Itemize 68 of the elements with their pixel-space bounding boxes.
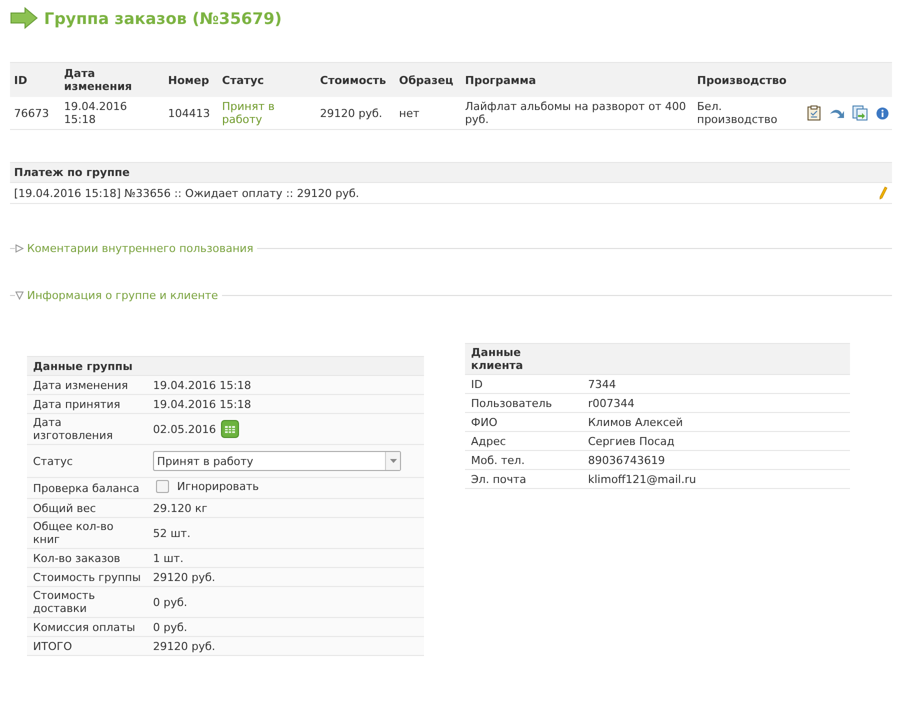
field-label: Стоимость доставки — [33, 589, 95, 615]
field-label: Общее кол-во книг — [33, 520, 114, 546]
column-header: Номер — [168, 74, 210, 86]
field-value: 89036743619 — [588, 454, 665, 466]
column-header: Производство — [697, 74, 787, 86]
field-label: Моб. тел. — [471, 454, 525, 466]
calendar-icon[interactable] — [220, 420, 239, 438]
triangle-down-icon — [15, 291, 24, 300]
field-value: r007344 — [588, 396, 635, 410]
caret-icon — [390, 459, 396, 463]
copy-icon[interactable] — [852, 105, 868, 121]
field-value: Сергиев Посад — [588, 434, 675, 448]
pencil-icon[interactable] — [878, 186, 888, 200]
field-value: 52 шт. — [153, 526, 190, 540]
field-label: ИТОГО — [33, 640, 72, 652]
table-cell: 104413 — [168, 106, 210, 120]
table-cell: нет — [399, 106, 420, 120]
table-cell: Бел. производство — [697, 100, 778, 126]
field-label: Дата изготовления — [33, 416, 113, 442]
field-value: 19.04.2016 15:18 — [153, 398, 252, 410]
column-header: Статус — [222, 74, 264, 86]
status-text: Принят в работу — [222, 100, 275, 126]
table-cell: 19.04.2016 15:18 — [64, 100, 127, 126]
column-header: Стоимость — [320, 74, 386, 86]
field-label: Стоимость группы — [33, 570, 141, 584]
field-value: 29.120 кг — [153, 502, 208, 514]
field-label: Статус — [33, 454, 73, 468]
field-value: klimoff121@mail.ru — [588, 472, 696, 486]
field-label: Дата изменения — [33, 378, 128, 392]
info-icon[interactable] — [876, 106, 888, 120]
table-cell: 76673 — [14, 106, 49, 120]
page-title: Группа заказов (№35679) — [44, 8, 282, 28]
field-value: 1 шт. — [153, 552, 184, 564]
clipboard-icon[interactable] — [807, 105, 821, 121]
field-label: ФИО — [471, 416, 498, 428]
field-value: 7344 — [588, 378, 616, 390]
checkbox-label[interactable]: Игнорировать — [177, 480, 259, 493]
arrow-icon — [10, 7, 38, 29]
field-label: Дата принятия — [33, 398, 120, 410]
table-title: Данные группы — [33, 360, 133, 372]
field-value: 0 руб. — [153, 620, 188, 634]
field-label: ID — [471, 378, 483, 390]
column-header: Программа — [465, 74, 536, 86]
column-header: Дата изменения — [64, 67, 132, 93]
checkbox[interactable] — [156, 480, 169, 493]
field-label: Адрес — [471, 434, 506, 448]
field-value: 0 руб. — [153, 596, 188, 608]
payment-entry: [19.04.2016 15:18] №33656 :: Ожидает оплату :: 29120 руб. — [14, 186, 360, 200]
field-label: Проверка баланса — [33, 482, 140, 494]
column-header: ID — [14, 74, 28, 86]
table-cell: Лайфлат альбомы на разворот от 400 руб. — [465, 100, 686, 126]
field-value: 19.04.2016 15:18 — [153, 378, 252, 392]
field-value: 02.05.2016 — [153, 422, 216, 436]
table-cell: 29120 руб. — [320, 106, 382, 120]
field-label: Общий вес — [33, 502, 96, 514]
field-value: Климов Алексей — [588, 416, 683, 428]
field-label: Эл. почта — [471, 472, 526, 486]
field-label: Пользователь — [471, 396, 552, 410]
field-value: 29120 руб. — [153, 640, 216, 652]
field-label: Комиссия оплаты — [33, 620, 136, 634]
field-value: 29120 руб. — [153, 570, 216, 584]
return-arrow-icon[interactable] — [828, 107, 844, 119]
column-header: Образец — [399, 74, 454, 86]
section-header: Платеж по группе — [14, 166, 130, 179]
field-label: Кол-во заказов — [33, 552, 120, 564]
table-title: Данные клиента — [471, 346, 524, 372]
status-dropdown[interactable]: Принят в работу — [153, 451, 401, 471]
triangle-right-icon — [15, 244, 24, 253]
